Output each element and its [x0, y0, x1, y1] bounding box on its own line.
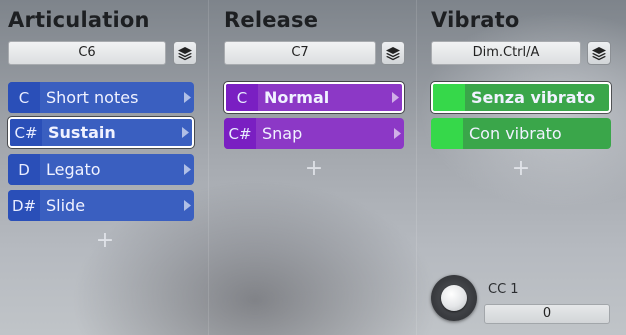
slot-key: C#	[224, 118, 256, 149]
vibrato-add-button[interactable]: +	[511, 158, 531, 180]
slot-label: Sustain	[48, 123, 116, 142]
articulation-slot-sustain[interactable]: C# Sustain	[8, 117, 194, 148]
slot-label: Legato	[46, 160, 101, 179]
slot-key: C#	[10, 119, 42, 146]
articulation-column: Articulation C6 C Short notes C# Sustain…	[0, 0, 208, 335]
slot-label: Normal	[264, 88, 330, 107]
articulation-layers-button[interactable]	[173, 41, 197, 65]
slot-label: Slide	[46, 196, 86, 215]
chevron-right-icon	[178, 127, 192, 138]
vibrato-preset-field[interactable]: Dim.Ctrl/A	[431, 41, 581, 65]
slot-key: C	[8, 82, 40, 113]
slot-color-key	[431, 118, 463, 149]
vibrato-slot-senza[interactable]: Senza vibrato	[431, 82, 611, 113]
vibrato-title: Vibrato	[431, 8, 520, 32]
slot-label: Con vibrato	[469, 124, 562, 143]
knob-cap	[441, 285, 467, 311]
chevron-right-icon	[390, 128, 404, 139]
release-column: Release C7 C Normal C# Snap +	[208, 0, 417, 335]
layers-icon	[592, 46, 606, 60]
cc-label: CC 1	[488, 282, 519, 297]
slot-key: D	[8, 154, 40, 185]
slot-label: Short notes	[46, 88, 139, 107]
release-title: Release	[224, 8, 319, 32]
articulation-add-button[interactable]: +	[95, 230, 115, 252]
layers-icon	[386, 46, 400, 60]
vibrato-layers-button[interactable]	[587, 41, 611, 65]
release-add-button[interactable]: +	[304, 158, 324, 180]
release-slot-normal[interactable]: C Normal	[224, 82, 404, 113]
articulation-slot-short-notes[interactable]: C Short notes	[8, 82, 194, 113]
chevron-right-icon	[180, 200, 194, 211]
release-preset-field[interactable]: C7	[224, 41, 376, 65]
chevron-right-icon	[180, 92, 194, 103]
chevron-right-icon	[388, 92, 402, 103]
vibrato-column: Vibrato Dim.Ctrl/A Senza vibrato Con vib…	[416, 0, 626, 335]
slot-label: Senza vibrato	[471, 88, 596, 107]
chevron-right-icon	[180, 164, 194, 175]
articulation-slot-legato[interactable]: D Legato	[8, 154, 194, 185]
slot-color-key	[433, 84, 465, 111]
vibrato-slot-con[interactable]: Con vibrato	[431, 118, 611, 149]
slot-label: Snap	[262, 124, 303, 143]
cc1-knob[interactable]	[431, 275, 477, 321]
slot-key: D#	[8, 190, 40, 221]
release-slot-snap[interactable]: C# Snap	[224, 118, 404, 149]
slot-key: C	[226, 84, 258, 111]
articulation-preset-field[interactable]: C6	[8, 41, 166, 65]
release-layers-button[interactable]	[381, 41, 405, 65]
articulation-slot-slide[interactable]: D# Slide	[8, 190, 194, 221]
cc-value-field[interactable]: 0	[484, 304, 610, 324]
articulation-title: Articulation	[8, 8, 150, 32]
layers-icon	[178, 46, 192, 60]
